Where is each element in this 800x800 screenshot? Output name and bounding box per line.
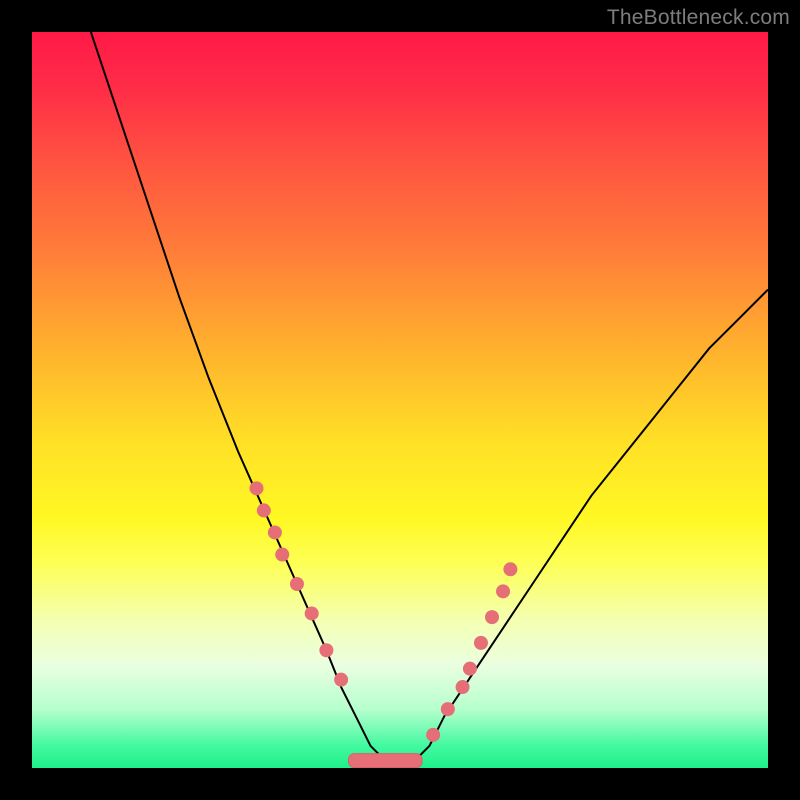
plot-area — [32, 32, 768, 768]
sample-point — [305, 606, 319, 620]
sample-point — [426, 728, 440, 742]
sample-point — [485, 610, 499, 624]
bottleneck-curve — [91, 32, 768, 761]
sample-point — [334, 673, 348, 687]
sample-point — [496, 584, 510, 598]
sample-point — [257, 503, 271, 517]
sample-point — [503, 562, 517, 576]
valley-bar — [348, 754, 422, 768]
sample-point — [249, 481, 263, 495]
sample-point — [441, 702, 455, 716]
sample-point — [275, 548, 289, 562]
sample-points-group — [249, 481, 517, 742]
sample-point — [319, 643, 333, 657]
sample-point — [456, 680, 470, 694]
watermark-text: TheBottleneck.com — [607, 6, 790, 30]
chart-svg — [32, 32, 768, 768]
sample-point — [463, 662, 477, 676]
sample-point — [268, 525, 282, 539]
sample-point — [290, 577, 304, 591]
chart-frame: TheBottleneck.com — [0, 0, 800, 800]
sample-point — [474, 636, 488, 650]
